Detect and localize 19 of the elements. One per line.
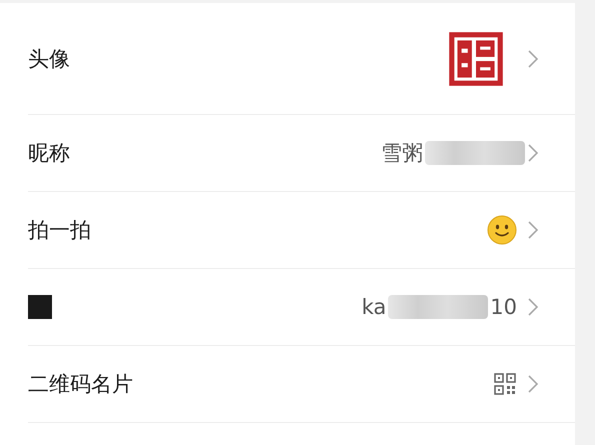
chevron-right-icon [527,220,539,240]
chevron-right-icon [527,374,539,394]
value-text: 10 [490,295,517,319]
chevron-right-icon [527,48,539,68]
row-label: 二维码名片 [28,371,133,398]
row-label: 昵称 [28,140,70,167]
qr-code-icon [493,372,517,396]
settings-row[interactable]: 二维码名片 [28,346,575,423]
smiley-icon [487,215,517,245]
chevron-right-icon [527,143,539,163]
row-label: 拍一拍 [28,217,91,244]
value-text: ka [362,295,386,319]
chevron-right-icon [527,297,539,317]
settings-row[interactable]: 头像 [28,3,575,115]
row-label: 头像 [28,46,70,72]
value-text: 雪粥 [381,140,423,167]
settings-row[interactable]: 昵称 雪粥 [28,115,575,192]
settings-row[interactable]: ka 10 [28,269,575,346]
settings-row[interactable]: 拍一拍 [28,192,575,269]
